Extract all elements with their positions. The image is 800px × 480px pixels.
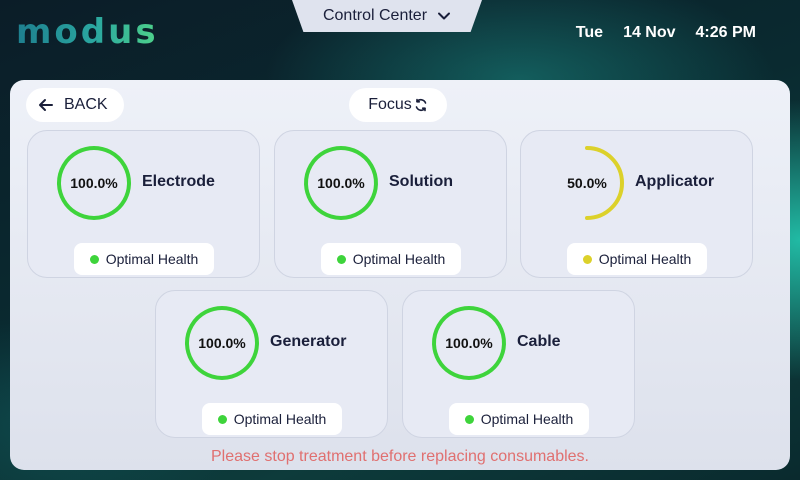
- health-percent: 100.0%: [70, 175, 118, 191]
- consumable-name: Solution: [389, 173, 453, 190]
- consumable-card-generator[interactable]: 100.0% Generator Optimal Health: [155, 290, 388, 438]
- status-label: Optimal Health: [480, 411, 574, 427]
- back-label: BACK: [64, 96, 108, 113]
- focus-button[interactable]: Focus: [349, 88, 447, 122]
- health-percent: 100.0%: [198, 335, 246, 351]
- day-label: Tue: [575, 24, 604, 41]
- arrow-left-icon: [39, 99, 53, 111]
- replace-warning: Please stop treatment before replacing c…: [211, 448, 589, 465]
- status-label: Optimal Health: [598, 251, 692, 267]
- date-label: 14 Nov: [623, 24, 676, 41]
- consumable-name: Cable: [517, 333, 561, 350]
- status-badge: Optimal Health: [567, 243, 707, 275]
- consumables-panel: BACK Focus 100.0% Electrode Optimal Heal…: [10, 80, 790, 470]
- status-dot-icon: [217, 414, 227, 424]
- datetime: Tue 14 Nov 4:26 PM: [576, 24, 756, 42]
- time-label: 4:26 PM: [695, 24, 756, 41]
- status-label: Optimal Health: [233, 411, 327, 427]
- consumable-card-cable[interactable]: 100.0% Cable Optimal Health: [402, 290, 635, 438]
- focus-label: Focus: [368, 96, 412, 113]
- back-button[interactable]: BACK: [26, 88, 124, 122]
- control-center-dropdown[interactable]: Control Center: [292, 0, 482, 32]
- status-badge: Optimal Health: [449, 403, 589, 435]
- status-badge: Optimal Health: [202, 403, 342, 435]
- consumable-card-applicator[interactable]: 50.0% Applicator Optimal Health: [520, 130, 753, 278]
- status-label: Optimal Health: [105, 251, 199, 267]
- status-badge: Optimal Health: [74, 243, 214, 275]
- control-center-label: Control Center: [322, 7, 428, 24]
- refresh-icon: [415, 98, 427, 112]
- status-dot-icon: [464, 414, 474, 424]
- chevron-down-icon: [438, 12, 451, 20]
- status-badge: Optimal Health: [321, 243, 461, 275]
- consumable-name: Electrode: [142, 173, 215, 190]
- status-dot-icon: [89, 254, 99, 264]
- status-label: Optimal Health: [352, 251, 446, 267]
- modus-logo: modus: [16, 12, 159, 52]
- consumable-name: Applicator: [635, 173, 715, 190]
- status-dot-icon: [336, 254, 346, 264]
- consumable-name: Generator: [270, 333, 347, 350]
- health-percent: 50.0%: [567, 175, 607, 191]
- consumable-card-electrode[interactable]: 100.0% Electrode Optimal Health: [27, 130, 260, 278]
- status-dot-icon: [582, 254, 592, 264]
- health-percent: 100.0%: [445, 335, 493, 351]
- health-percent: 100.0%: [317, 175, 365, 191]
- consumable-card-solution[interactable]: 100.0% Solution Optimal Health: [274, 130, 507, 278]
